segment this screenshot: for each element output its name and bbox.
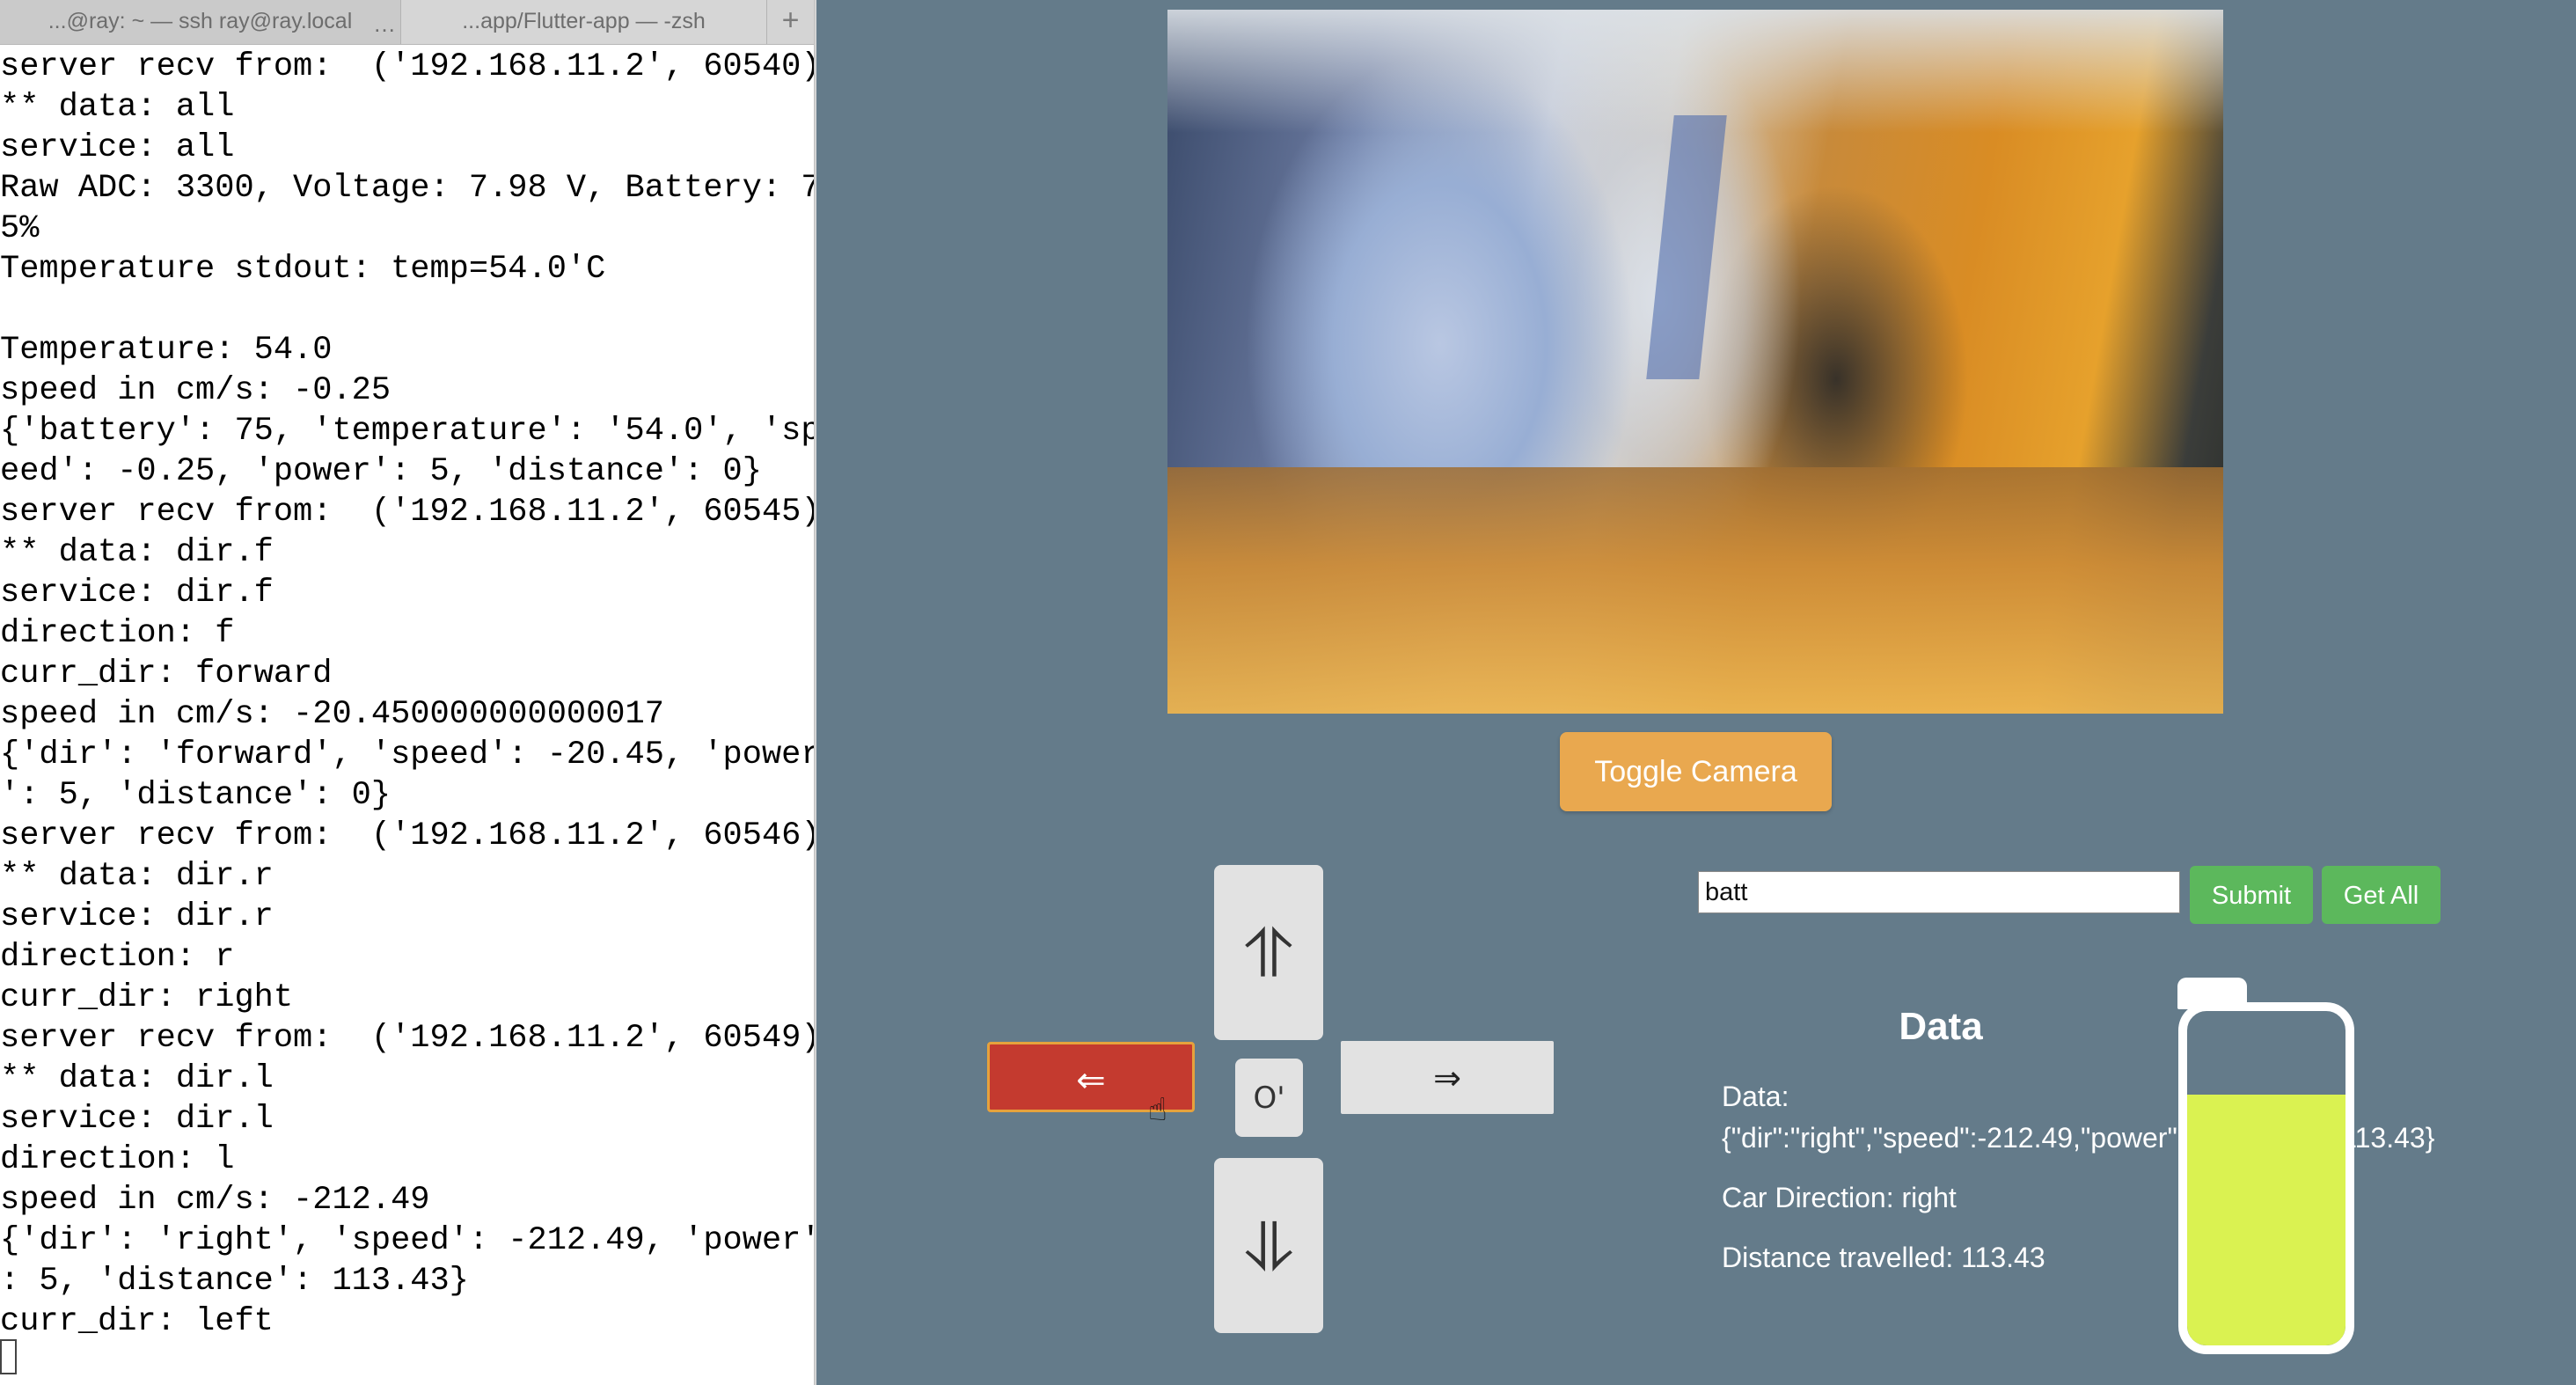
terminal-line: speed in cm/s: -20.450000000000017 <box>0 696 664 733</box>
terminal-line: 5% <box>0 210 40 247</box>
pointer-hand-icon: ☝ <box>1148 1092 1167 1128</box>
terminal-line: service: dir.r <box>0 898 274 935</box>
stop-button[interactable]: O' <box>1235 1059 1303 1137</box>
terminal-line: ** data: all <box>0 89 235 126</box>
terminal-output[interactable]: server recv from: ('192.168.11.2', 60540… <box>0 47 814 1342</box>
terminal-tab-bar: ...@ray: ~ — ssh ray@ray.local … ...app/… <box>0 0 814 45</box>
terminal-line: ** data: dir.l <box>0 1060 274 1097</box>
terminal-window: ...@ray: ~ — ssh ray@ray.local … ...app/… <box>0 0 814 1385</box>
terminal-line: ** data: dir.r <box>0 858 274 895</box>
submit-button[interactable]: Submit <box>2190 866 2313 924</box>
terminal-line: direction: r <box>0 939 235 976</box>
terminal-line: service: all <box>0 129 235 166</box>
terminal-line: ': 5, 'distance': 0} <box>0 777 392 814</box>
terminal-line: service: dir.f <box>0 575 274 612</box>
terminal-line: {'dir': 'right', 'speed': -212.49, 'powe… <box>0 1222 814 1259</box>
backward-arrow-button[interactable]: ⥥ <box>1214 1158 1323 1333</box>
right-arrow-button[interactable]: ⇒ <box>1341 1041 1554 1114</box>
terminal-line: speed in cm/s: -0.25 <box>0 372 392 409</box>
terminal-line: Temperature: 54.0 <box>0 332 333 369</box>
terminal-line: {'battery': 75, 'temperature': '54.0', '… <box>0 413 814 450</box>
terminal-line: {'dir': 'forward', 'speed': -20.45, 'pow… <box>0 736 814 773</box>
terminal-line: curr_dir: left <box>0 1303 274 1340</box>
camera-feed-floor <box>1167 467 2223 714</box>
terminal-line: service: dir.l <box>0 1101 274 1138</box>
query-input[interactable] <box>1698 871 2180 913</box>
add-tab-icon[interactable]: + <box>767 0 814 44</box>
get-all-button[interactable]: Get All <box>2322 866 2441 924</box>
data-heading: Data <box>1899 1005 1983 1048</box>
data-label: Data: <box>1722 1081 1789 1112</box>
terminal-line: server recv from: ('192.168.11.2', 60540… <box>0 48 814 85</box>
terminal-tab-ssh[interactable]: ...@ray: ~ — ssh ray@ray.local … <box>0 0 401 44</box>
distance-travelled-text: Distance travelled: 113.43 <box>1722 1242 2045 1273</box>
terminal-line: speed in cm/s: -212.49 <box>0 1182 430 1219</box>
terminal-line: curr_dir: forward <box>0 656 333 692</box>
terminal-line: eed': -0.25, 'power': 5, 'distance': 0} <box>0 453 762 490</box>
tab-overflow-icon[interactable]: … <box>371 0 398 44</box>
terminal-tab-zsh-label: ...app/Flutter-app — -zsh <box>462 9 706 33</box>
robot-car-control-app: Toggle Camera ⥣ O' ⇒ ⥥ ⇐ ☝ Submit Get Al… <box>816 0 2576 1385</box>
battery-icon <box>2178 1002 2354 1354</box>
terminal-line: : 5, 'distance': 113.43} <box>0 1263 469 1300</box>
terminal-line: direction: l <box>0 1141 235 1178</box>
terminal-cursor <box>0 1339 17 1374</box>
terminal-tab-ssh-label: ...@ray: ~ — ssh ray@ray.local <box>48 9 353 33</box>
terminal-line: direction: f <box>0 615 235 652</box>
camera-feed-object <box>1646 115 1727 379</box>
terminal-tab-zsh[interactable]: ...app/Flutter-app — -zsh <box>401 0 767 44</box>
camera-feed-top <box>1167 10 2223 133</box>
battery-level-fill <box>2187 1095 2345 1345</box>
car-direction-text: Car Direction: right <box>1722 1182 1957 1213</box>
terminal-line: server recv from: ('192.168.11.2', 60546… <box>0 817 814 854</box>
terminal-line: Raw ADC: 3300, Voltage: 7.98 V, Battery:… <box>0 170 814 207</box>
terminal-line: server recv from: ('192.168.11.2', 60549… <box>0 1020 814 1057</box>
terminal-line: curr_dir: right <box>0 979 294 1016</box>
forward-arrow-button[interactable]: ⥣ <box>1214 865 1323 1040</box>
terminal-line: server recv from: ('192.168.11.2', 60545… <box>0 494 814 531</box>
terminal-line: ** data: dir.f <box>0 534 274 571</box>
toggle-camera-button[interactable]: Toggle Camera <box>1560 732 1832 811</box>
camera-feed <box>1167 10 2223 714</box>
terminal-line: Temperature stdout: temp=54.0'C <box>0 251 606 288</box>
